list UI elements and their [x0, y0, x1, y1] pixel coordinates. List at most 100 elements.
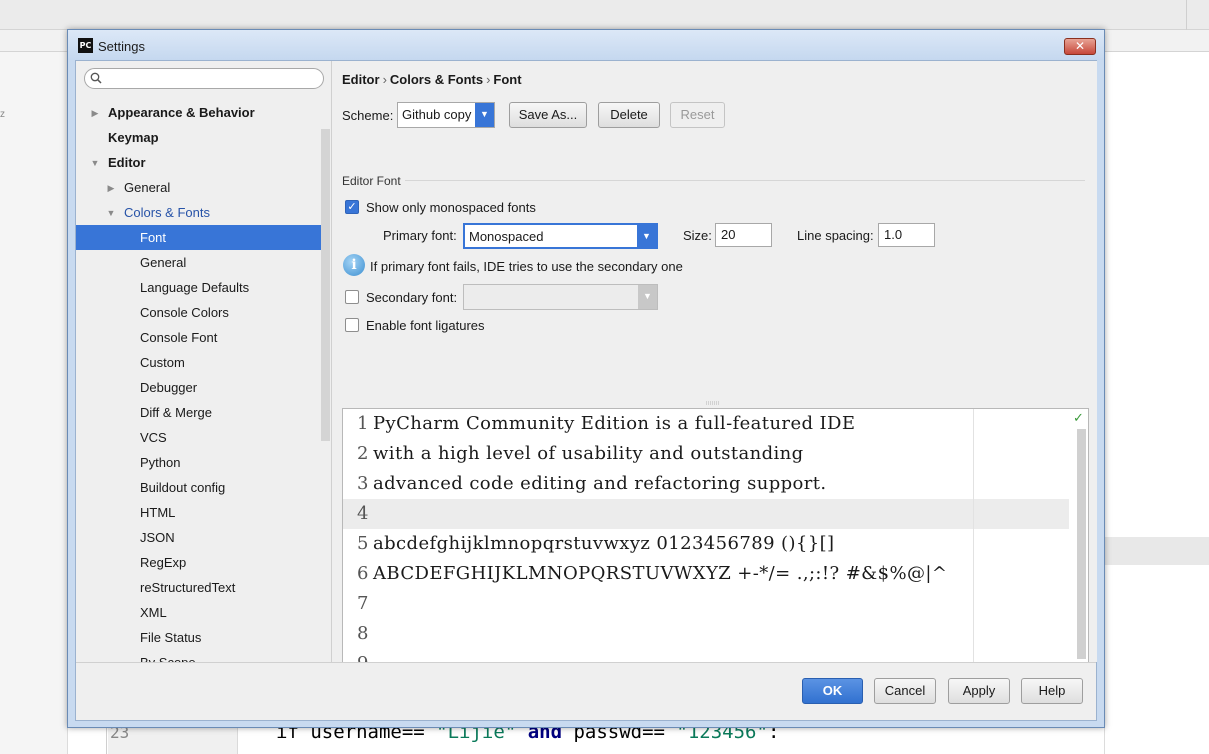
sidebar-item-by-scope[interactable]: By Scope — [76, 650, 330, 662]
chevron-down-icon[interactable]: ▼ — [475, 103, 494, 127]
sidebar-item-label: Console Font — [140, 330, 218, 345]
preview-line: 8 — [343, 619, 1088, 649]
preview-line-number: 2 — [357, 443, 369, 464]
dialog-footer: OK Cancel Apply Help — [76, 662, 1096, 720]
primary-font-value: Monospaced — [469, 229, 544, 244]
ide-title-area — [0, 0, 1209, 30]
delete-button[interactable]: Delete — [598, 102, 660, 128]
secondary-font-checkbox[interactable] — [345, 290, 359, 304]
editor-font-section-title: Editor Font — [342, 174, 401, 188]
code-line-number: 23 — [110, 727, 130, 742]
sidebar-item-regexp[interactable]: RegExp — [76, 550, 330, 575]
preview-line-number: 5 — [357, 533, 369, 554]
apply-button[interactable]: Apply — [948, 678, 1010, 704]
sidebar-item-diff-merge[interactable]: Diff & Merge — [76, 400, 330, 425]
sidebar-scrollbar[interactable] — [321, 129, 330, 441]
sidebar-item-label: Font — [140, 230, 167, 245]
sidebar-item-label: By Scope — [140, 650, 196, 662]
sidebar-item-xml[interactable]: XML — [76, 600, 330, 625]
sidebar-item-label: File Status — [140, 630, 202, 645]
sidebar-item-general[interactable]: General — [76, 250, 330, 275]
font-ligatures-checkbox[interactable] — [345, 318, 359, 332]
dialog-title-bar[interactable]: PC Settings ✕ — [68, 30, 1104, 60]
line-spacing-input[interactable]: 1.0 — [878, 223, 935, 247]
sidebar-item-buildout-config[interactable]: Buildout config — [76, 475, 330, 500]
secondary-font-select[interactable]: ▼ — [463, 284, 658, 310]
sidebar-item-editor[interactable]: ▼ Editor — [76, 150, 330, 175]
close-button[interactable]: ✕ — [1064, 38, 1096, 55]
collapsed-arrow-icon[interactable]: ▶ — [106, 183, 116, 193]
sidebar-item-label: Python — [140, 455, 181, 470]
cancel-button[interactable]: Cancel — [874, 678, 936, 704]
ok-button[interactable]: OK — [802, 678, 863, 704]
primary-font-select[interactable]: Monospaced ▼ — [463, 223, 658, 249]
size-label: Size: — [683, 228, 712, 243]
save-as-button[interactable]: Save As... — [509, 102, 587, 128]
ide-project-panel: z — [0, 52, 68, 754]
preview-line-text: ABCDEFGHIJKLMNOPQRSTUVWXYZ +-*/= .,;:!? … — [373, 563, 948, 584]
settings-sidebar: ▶ Appearance & Behavior Keymap ▼ Editor ▶ Gene… — [76, 61, 332, 662]
settings-search-input[interactable] — [84, 68, 324, 89]
preview-line: 6 ABCDEFGHIJKLMNOPQRSTUVWXYZ +-*/= .,;:!?… — [343, 559, 1088, 589]
help-button[interactable]: Help — [1021, 678, 1083, 704]
sidebar-item-label: Custom — [140, 355, 185, 370]
preview-line-number: 3 — [357, 473, 369, 494]
sidebar-item-console-font[interactable]: Console Font — [76, 325, 330, 350]
info-icon: i — [343, 254, 365, 276]
expanded-arrow-icon[interactable]: ▼ — [106, 208, 116, 218]
expanded-arrow-icon[interactable]: ▼ — [90, 158, 100, 168]
chevron-down-icon[interactable]: ▼ — [638, 285, 657, 309]
sidebar-item-label: Language Defaults — [140, 280, 250, 295]
sidebar-item-label: reStructuredText — [140, 580, 236, 595]
sidebar-item-html[interactable]: HTML — [76, 500, 330, 525]
ide-divider — [1186, 0, 1187, 30]
sidebar-item-custom[interactable]: Custom — [76, 350, 330, 375]
preview-line-text: abcdefghijklmnopqrstuvwxyz 0123456789 ()… — [373, 533, 835, 554]
checkmark-icon: ✓ — [1073, 410, 1084, 425]
sidebar-item-general[interactable]: ▶ General — [76, 175, 330, 200]
breadcrumb-separator: › — [382, 72, 387, 87]
sidebar-item-vcs[interactable]: VCS — [76, 425, 330, 450]
font-size-input[interactable]: 20 — [715, 223, 772, 247]
preview-scrollbar[interactable] — [1077, 429, 1086, 659]
sidebar-item-label: Buildout config — [140, 480, 226, 495]
sidebar-item-file-status[interactable]: File Status — [76, 625, 330, 650]
ide-code-editor[interactable]: 23 if username== "Lijie" and passwd== "1… — [68, 727, 1104, 754]
breadcrumb: Editor › Colors & Fonts › Font — [342, 72, 522, 87]
sidebar-item-console-colors[interactable]: Console Colors — [76, 300, 330, 325]
secondary-font-label: Secondary font: — [366, 290, 458, 305]
preview-line-number: 6 — [357, 563, 369, 584]
reset-button[interactable]: Reset — [670, 102, 725, 128]
sidebar-item-restructuredtext[interactable]: reStructuredText — [76, 575, 330, 600]
sidebar-item-appearance-behavior[interactable]: ▶ Appearance & Behavior — [76, 100, 330, 125]
scheme-select[interactable]: Github copy ▼ — [397, 102, 495, 128]
sidebar-item-colors-fonts[interactable]: ▼ Colors & Fonts — [76, 200, 330, 225]
sidebar-item-python[interactable]: Python — [76, 450, 330, 475]
sidebar-item-language-defaults[interactable]: Language Defaults — [76, 275, 330, 300]
monospaced-only-label: Show only monospaced fonts — [366, 200, 536, 215]
sidebar-item-keymap[interactable]: Keymap — [76, 125, 330, 150]
splitter-handle-icon[interactable] — [705, 401, 721, 405]
chevron-down-icon[interactable]: ▼ — [637, 225, 656, 247]
sidebar-item-font[interactable]: Font — [76, 225, 330, 250]
scheme-label: Scheme: — [342, 108, 394, 123]
breadcrumb-separator: › — [486, 72, 491, 87]
preview-line-text: PyCharm Community Edition is a full-feat… — [373, 413, 856, 434]
monospaced-only-checkbox[interactable]: ✓ — [345, 200, 359, 214]
preview-line-number: 1 — [357, 413, 369, 434]
sidebar-item-label: VCS — [140, 430, 167, 445]
preview-line: 3 advanced code editing and refactoring s… — [343, 469, 1088, 499]
font-preview-editor[interactable]: 1 PyCharm Community Edition is a full-fea… — [342, 408, 1089, 684]
preview-line-text: advanced code editing and refactoring su… — [373, 473, 827, 494]
sidebar-item-debugger[interactable]: Debugger — [76, 375, 330, 400]
sidebar-item-label: JSON — [140, 530, 175, 545]
line-spacing-label: Line spacing: — [797, 228, 874, 243]
dialog-body: ▶ Appearance & Behavior Keymap ▼ Editor ▶ Gene… — [75, 60, 1097, 721]
primary-font-label: Primary font: — [383, 228, 457, 243]
collapsed-arrow-icon[interactable]: ▶ — [90, 108, 100, 118]
preview-line-number: 8 — [357, 623, 369, 644]
sidebar-item-label: Debugger — [140, 380, 198, 395]
preview-line-number: 7 — [357, 593, 369, 614]
sidebar-item-json[interactable]: JSON — [76, 525, 330, 550]
settings-dialog: PC Settings ✕ ▶ Appearance & Behavior Keym… — [67, 29, 1105, 728]
